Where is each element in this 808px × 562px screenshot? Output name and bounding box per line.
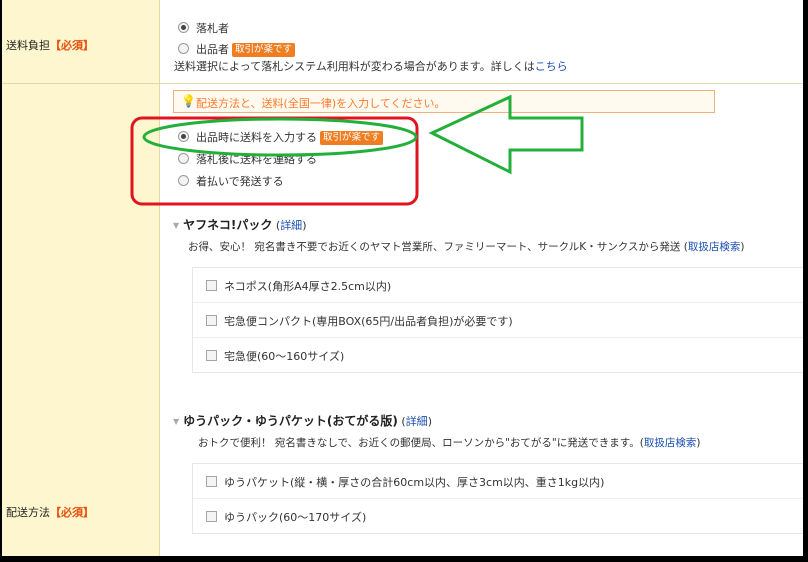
green-highlight-ellipse: [142, 117, 418, 157]
annotation-overlay: [130, 94, 584, 206]
green-arrow-icon: [428, 94, 584, 175]
form-frame: 送料負担【必須】 落札者 出品者 取引が楽です 送料選択によって落札システム利用料…: [2, 0, 803, 556]
red-highlight-box: [130, 116, 419, 206]
